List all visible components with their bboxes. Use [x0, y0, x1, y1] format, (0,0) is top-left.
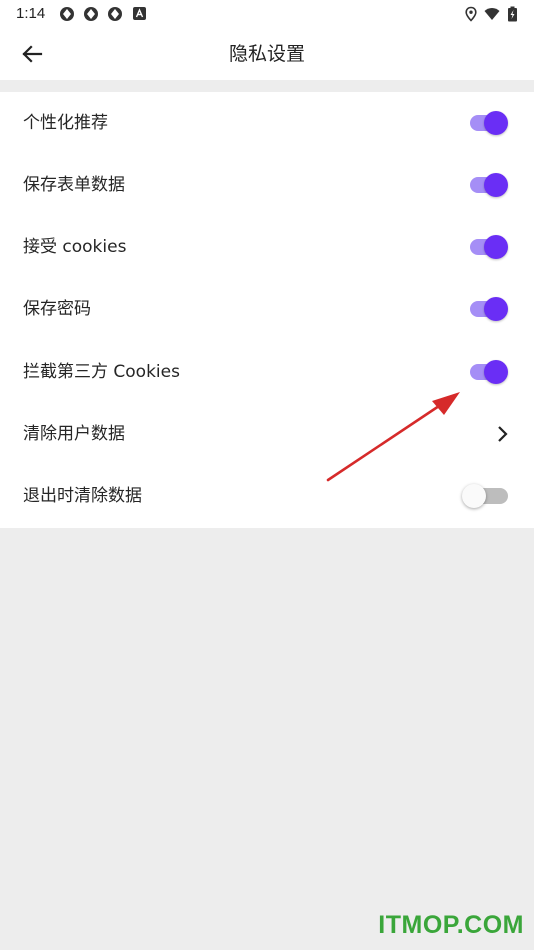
setting-row-save-form-data[interactable]: 保存表单数据: [0, 154, 534, 216]
battery-icon: [508, 6, 517, 22]
toggle-switch[interactable]: [470, 110, 508, 136]
switch-thumb: [484, 235, 508, 259]
section-divider: [0, 80, 534, 92]
status-bar: 1:14: [0, 0, 534, 28]
app-icon: [84, 7, 98, 21]
setting-row-save-passwords[interactable]: 保存密码: [0, 278, 534, 340]
chevron-right-icon: [498, 426, 508, 442]
setting-label: 拦截第三方 Cookies: [23, 362, 180, 382]
accessibility-icon: [133, 7, 146, 20]
app-bar: 隐私设置: [0, 28, 534, 80]
switch-thumb: [484, 111, 508, 135]
toggle-switch[interactable]: [470, 234, 508, 260]
setting-label: 个性化推荐: [23, 113, 108, 133]
app-icon: [108, 7, 122, 21]
setting-label: 接受 cookies: [23, 237, 127, 257]
toggle-switch[interactable]: [470, 172, 508, 198]
setting-label: 退出时清除数据: [23, 486, 142, 506]
status-time: 1:14: [16, 5, 46, 22]
back-button[interactable]: [12, 32, 52, 76]
watermark: ITMOP.COM: [378, 911, 524, 939]
toggle-switch[interactable]: [470, 359, 508, 385]
switch-thumb: [484, 173, 508, 197]
switch-thumb: [484, 297, 508, 321]
setting-row-clear-data-on-exit[interactable]: 退出时清除数据: [0, 465, 534, 527]
setting-label: 清除用户数据: [23, 424, 125, 444]
switch-thumb: [484, 360, 508, 384]
page-title: 隐私设置: [228, 43, 305, 65]
setting-row-accept-cookies[interactable]: 接受 cookies: [0, 216, 534, 278]
wifi-icon: [484, 8, 500, 20]
setting-row-personalized-recommendation[interactable]: 个性化推荐: [0, 92, 534, 154]
setting-label: 保存表单数据: [23, 175, 125, 195]
switch-thumb: [462, 484, 486, 508]
setting-row-clear-user-data[interactable]: 清除用户数据: [0, 403, 534, 465]
toggle-switch[interactable]: [462, 483, 508, 509]
settings-list: 个性化推荐 保存表单数据 接受 cookies 保存密码 拦截第三方 Cooki…: [0, 92, 534, 528]
toggle-switch[interactable]: [470, 296, 508, 322]
setting-row-block-third-party-cookies[interactable]: 拦截第三方 Cookies: [0, 341, 534, 403]
app-icon: [60, 7, 74, 21]
arrow-left-icon: [22, 45, 43, 63]
setting-label: 保存密码: [23, 299, 91, 319]
location-icon: [465, 6, 477, 22]
